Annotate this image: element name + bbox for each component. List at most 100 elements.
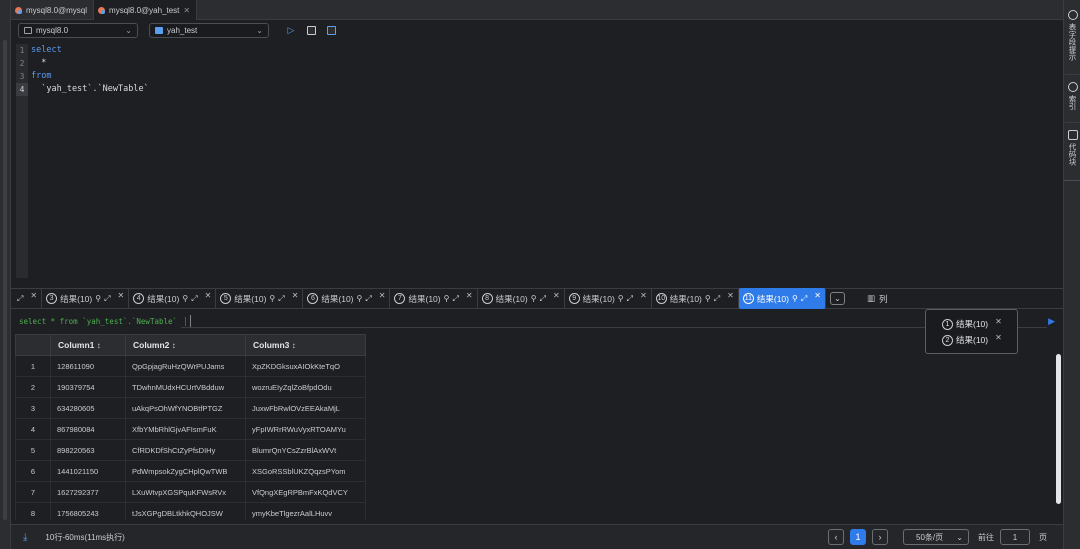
table-cell[interactable]: yFpIWRrRWuVyxRTOAMYu — [245, 418, 366, 440]
close-icon[interactable]: ✕ — [292, 291, 299, 300]
table-cell[interactable]: 190379754 — [50, 376, 126, 398]
code-area[interactable]: select * from `yah_test`.`NewTable` — [31, 44, 149, 96]
expand-icon[interactable]: ⤢ — [278, 294, 284, 304]
table-cell[interactable]: 1756805243 — [50, 502, 126, 520]
sql-editor[interactable]: 1 2 3 4 select * from `yah_test`.`NewTab… — [11, 41, 1063, 281]
close-icon[interactable]: ✕ — [995, 333, 1002, 342]
columns-toggle[interactable]: ▥ 列 — [867, 293, 888, 305]
expand-icon[interactable]: ⤢ — [627, 294, 633, 304]
close-icon[interactable]: ✕ — [30, 291, 37, 300]
goto-page-input[interactable]: 1 — [1000, 529, 1030, 545]
table-cell[interactable]: LXuWtvpXGSPquKFWsRVx — [125, 481, 246, 503]
table-row[interactable]: 1 128611090 QpGpjagRuHzQWrPUJams XpZKDGk… — [15, 355, 366, 377]
column-header[interactable]: Column3 ↕ — [245, 334, 366, 356]
table-row[interactable]: 7 1627292377 LXuWtvpXGSPquKFWsRVx VfQngX… — [15, 481, 366, 503]
close-icon[interactable]: ✕ — [553, 291, 560, 300]
expand-icon[interactable]: ⤢ — [104, 294, 110, 304]
sort-icon[interactable]: ↕ — [97, 341, 101, 350]
close-icon[interactable]: ✕ — [183, 6, 190, 15]
page-number-button[interactable]: 1 — [850, 529, 866, 545]
search-icon[interactable]: ⚲ — [792, 294, 798, 303]
table-cell[interactable]: wozruEIyZqlZoBfpdOdu — [245, 376, 366, 398]
search-icon[interactable]: ⚲ — [269, 294, 275, 303]
expand-icon[interactable]: ⤢ — [365, 294, 371, 304]
table-row[interactable]: 6 1441021150 PdWmpsokZygCHplQwTWB XSGoRS… — [15, 460, 366, 482]
close-icon[interactable]: ✕ — [814, 291, 821, 300]
table-cell[interactable]: PdWmpsokZygCHplQwTWB — [125, 460, 246, 482]
result-tab-active[interactable]: 11 结果(10) ⚲ ⤢ ✕ — [738, 288, 826, 309]
close-icon[interactable]: ✕ — [205, 291, 212, 300]
column-header[interactable]: Column1 ↕ — [50, 334, 126, 356]
table-cell[interactable]: XfbYMbRhlGjvAFIsmFuK — [125, 418, 246, 440]
table-row[interactable]: 8 1756805243 tJsXGPgDBLtkhkQHOJSW ymyKbe… — [15, 502, 366, 520]
page-size-select[interactable]: 50条/页 ⌄ — [903, 529, 969, 545]
result-tab[interactable]: 3 结果(10) ⚲ ⤢ ✕ — [42, 288, 130, 309]
result-tab[interactable]: 4 结果(10) ⚲ ⤢ ✕ — [129, 288, 217, 309]
search-icon[interactable]: ⚲ — [618, 294, 624, 303]
search-icon[interactable]: ⚲ — [531, 294, 537, 303]
table-cell[interactable]: QpGpjagRuHzQWrPUJams — [125, 355, 246, 377]
close-icon[interactable]: ✕ — [995, 317, 1002, 326]
filter-input[interactable] — [190, 315, 204, 327]
table-cell[interactable]: tJsXGPgDBLtkhkQHOJSW — [125, 502, 246, 520]
result-tab[interactable]: 10 结果(10) ⚲ ⤢ ✕ — [652, 288, 739, 309]
column-header[interactable]: Column2 ↕ — [125, 334, 246, 356]
search-icon[interactable]: ⚲ — [357, 294, 363, 303]
result-tab[interactable]: 9 结果(10) ⚲ ⤢ ✕ — [565, 288, 652, 309]
table-cell[interactable]: JuxwFbRwlOVzEEAkaMjL — [245, 397, 366, 419]
search-icon[interactable]: ⚲ — [182, 294, 188, 303]
table-row[interactable]: 4 867980084 XfbYMbRhlGjvAFIsmFuK yFpIWRr… — [15, 418, 366, 440]
table-cell[interactable]: TDwhnMUdxHCUrtVBdduw — [125, 376, 246, 398]
table-cell[interactable]: BlumrQnYCsZzrBlAxWVt — [245, 439, 366, 461]
next-page-button[interactable]: › — [872, 529, 888, 545]
table-cell[interactable]: VfQngXEgRPBmFxKQdVCY — [245, 481, 366, 503]
expand-icon[interactable]: ⤢ — [452, 294, 458, 304]
table-cell[interactable]: 634280605 — [50, 397, 126, 419]
expand-icon[interactable]: ⤢ — [714, 294, 720, 304]
result-tab-partial[interactable]: ⤢ ✕ — [11, 288, 43, 309]
result-tab[interactable]: 8 结果(10) ⚲ ⤢ ✕ — [478, 288, 565, 309]
popup-result-item[interactable]: 1 结果(10) ✕ — [942, 316, 1017, 332]
search-icon[interactable]: ⚲ — [705, 294, 711, 303]
table-cell[interactable]: CfRDKDfShCtZyPfsDIHy — [125, 439, 246, 461]
search-icon[interactable]: ⚲ — [95, 294, 101, 303]
vertical-scrollbar[interactable] — [1056, 354, 1061, 504]
tab-mysql8-mysql[interactable]: mysql8.0@mysql — [11, 0, 95, 20]
format-icon[interactable] — [327, 26, 336, 35]
expand-icon[interactable]: ⤢ — [191, 294, 197, 304]
sort-icon[interactable]: ↕ — [292, 341, 296, 350]
expand-icon[interactable]: ⤢ — [801, 294, 807, 304]
run-icon[interactable]: ▷ — [286, 25, 296, 36]
rail-field-hints[interactable]: 表字段提示 — [1064, 10, 1080, 61]
close-icon[interactable]: ✕ — [379, 291, 386, 300]
sort-icon[interactable]: ↕ — [172, 341, 176, 350]
table-cell[interactable]: 867980084 — [50, 418, 126, 440]
save-icon[interactable] — [307, 26, 316, 35]
prev-page-button[interactable]: ‹ — [828, 529, 844, 545]
table-cell[interactable]: XpZKDGksuxAIOkKteTqO — [245, 355, 366, 377]
result-tab[interactable]: 6 结果(10) ⚲ ⤢ ✕ — [303, 288, 391, 309]
more-results-button[interactable]: ⌄ — [829, 292, 845, 305]
expand-icon[interactable]: ⤢ — [17, 294, 23, 304]
rail-index[interactable]: 索引 — [1064, 82, 1080, 110]
table-row[interactable]: 2 190379754 TDwhnMUdxHCUrtVBdduw wozruEI… — [15, 376, 366, 398]
download-icon[interactable]: ⤓ — [23, 532, 27, 543]
table-row[interactable]: 3 634280605 uAkqPsOhWfYNOBtfPTGZ JuxwFbR… — [15, 397, 366, 419]
close-icon[interactable]: ✕ — [727, 291, 734, 300]
result-tab[interactable]: 7 结果(10) ⚲ ⤢ ✕ — [390, 288, 478, 309]
table-row[interactable]: 5 898220563 CfRDKDfShCtZyPfsDIHy BlumrQn… — [15, 439, 366, 461]
search-icon[interactable]: ⚲ — [444, 294, 450, 303]
database-select[interactable]: yah_test ⌄ — [149, 23, 269, 38]
expand-icon[interactable]: ⤢ — [540, 294, 546, 304]
table-cell[interactable]: XSGoRSSblUKZQqzsPYom — [245, 460, 366, 482]
run-filter-icon[interactable]: ▶ — [1048, 316, 1055, 327]
close-icon[interactable]: ✕ — [466, 291, 473, 300]
table-cell[interactable]: 898220563 — [50, 439, 126, 461]
popup-result-item[interactable]: 2 结果(10) ✕ — [942, 332, 1017, 348]
tab-mysql8-yah-test[interactable]: mysql8.0@yah_test ✕ — [94, 0, 198, 20]
close-icon[interactable]: ✕ — [640, 291, 647, 300]
close-icon[interactable]: ✕ — [118, 291, 125, 300]
rail-code-block[interactable]: 代码块 — [1064, 130, 1080, 166]
table-cell[interactable]: uAkqPsOhWfYNOBtfPTGZ — [125, 397, 246, 419]
table-cell[interactable]: 128611090 — [50, 355, 126, 377]
